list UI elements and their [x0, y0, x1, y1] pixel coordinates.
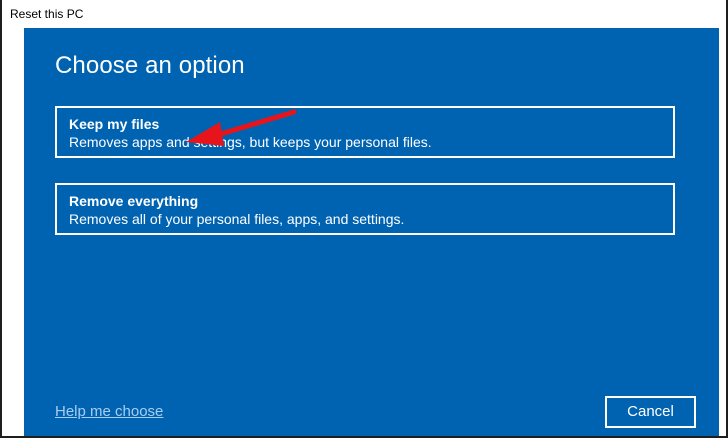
annotation-arrow-icon [186, 109, 297, 146]
cancel-button[interactable]: Cancel [605, 396, 696, 428]
remove-everything-option[interactable]: Remove everything Removes all of your pe… [55, 183, 675, 235]
window-right-border [719, 28, 726, 436]
page-title: Choose an option [55, 52, 245, 79]
option-description: Removes all of your personal files, apps… [69, 211, 405, 227]
option-description: Removes apps and settings, but keeps you… [69, 134, 432, 150]
window-left-border [2, 28, 24, 436]
option-title: Keep my files [69, 116, 160, 132]
help-me-choose-link[interactable]: Help me choose [55, 403, 163, 420]
option-title: Remove everything [69, 193, 199, 209]
window-title: Reset this PC [2, 0, 726, 28]
reset-pc-window: Reset this PC Choose an option Keep my f… [0, 0, 728, 438]
keep-my-files-option[interactable]: Keep my files Removes apps and settings,… [55, 106, 675, 158]
dialog-content: Choose an option Keep my files Removes a… [24, 28, 719, 436]
